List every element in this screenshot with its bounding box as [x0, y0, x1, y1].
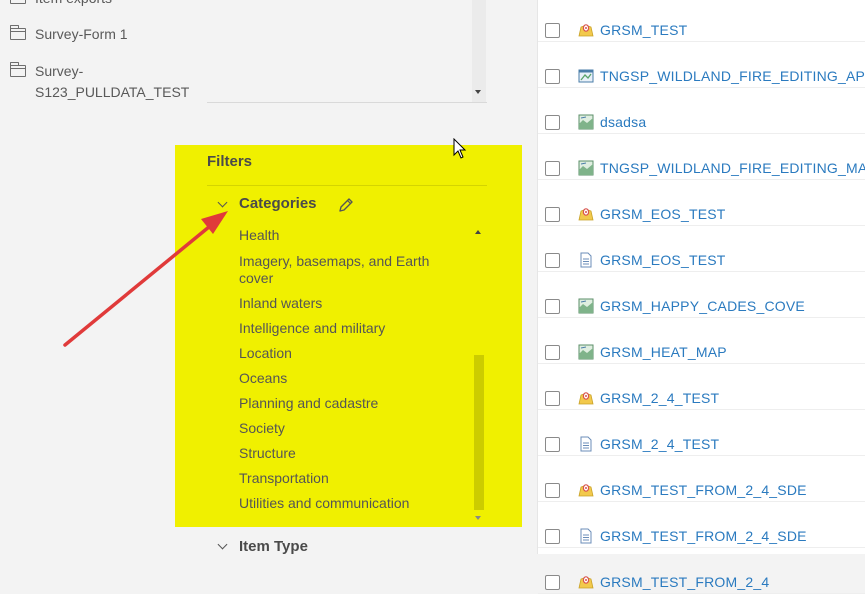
web-map-icon [578, 344, 594, 360]
row-checkbox[interactable] [545, 69, 560, 84]
survey-icon [578, 484, 594, 497]
item-type-heading[interactable]: Item Type [239, 538, 308, 555]
scroll-down-arrow-icon[interactable] [475, 90, 481, 94]
content-row[interactable]: GRSM_TEST_FROM_2_4_SDE [538, 455, 865, 502]
content-row[interactable]: GRSM_2_4_TEST [538, 409, 865, 456]
form-icon [580, 528, 592, 544]
content-row[interactable]: GRSM_EOS_TEST [538, 225, 865, 272]
row-title-link[interactable]: GRSM_TEST_FROM_2_4_SDE [600, 528, 807, 544]
folder-icon [10, 0, 26, 4]
folder-item-exports[interactable]: Item exports [10, 0, 112, 9]
row-title-link[interactable]: GRSM_EOS_TEST [600, 252, 726, 268]
category-planning[interactable]: Planning and cadastre [239, 395, 454, 412]
row-checkbox[interactable] [545, 483, 560, 498]
row-checkbox[interactable] [545, 437, 560, 452]
row-title-link[interactable]: GRSM_TEST [600, 22, 687, 38]
category-oceans[interactable]: Oceans [239, 370, 454, 387]
row-title-link[interactable]: GRSM_HAPPY_CADES_COVE [600, 298, 805, 314]
web-map-icon [578, 298, 594, 314]
survey-icon [578, 208, 594, 221]
folder-label-line1: Survey- [35, 63, 84, 79]
categories-scroll-thumb[interactable] [474, 355, 484, 510]
row-checkbox[interactable] [545, 299, 560, 314]
content-row[interactable]: GRSM_HEAT_MAP [538, 317, 865, 364]
divider [207, 185, 487, 186]
folder-item-survey-pulldata[interactable]: Survey- S123_PULLDATA_TEST [9, 61, 189, 103]
row-title-link[interactable]: GRSM_EOS_TEST [600, 206, 726, 222]
content-row[interactable]: GRSM_TEST_FROM_2_4 [538, 547, 865, 594]
category-structure[interactable]: Structure [239, 445, 454, 462]
row-checkbox[interactable] [545, 575, 560, 590]
content-row[interactable]: GRSM_HAPPY_CADES_COVE [538, 271, 865, 318]
row-checkbox[interactable] [545, 529, 560, 544]
web-map-icon [578, 114, 594, 130]
category-utilities[interactable]: Utilities and communication [239, 495, 454, 512]
category-transportation[interactable]: Transportation [239, 470, 454, 487]
content-row[interactable]: GRSM_TEST [538, 0, 865, 42]
scroll-down-arrow-icon[interactable] [475, 516, 481, 520]
folder-item-survey-form-1[interactable]: Survey-Form 1 [9, 24, 128, 45]
row-checkbox[interactable] [545, 207, 560, 222]
category-inland-waters[interactable]: Inland waters [239, 295, 454, 312]
folder-icon [9, 62, 26, 77]
row-checkbox[interactable] [545, 23, 560, 38]
row-title-link[interactable]: GRSM_TEST_FROM_2_4_SDE [600, 482, 807, 498]
row-checkbox[interactable] [545, 345, 560, 360]
folder-label: Survey-Form 1 [35, 26, 128, 42]
survey-icon [578, 24, 594, 37]
category-location[interactable]: Location [239, 345, 454, 362]
row-checkbox[interactable] [545, 391, 560, 406]
folder-label: Item exports [35, 0, 112, 9]
category-imagery[interactable]: Imagery, basemaps, and Earth cover [239, 253, 454, 287]
mouse-cursor-icon [453, 138, 467, 159]
folder-list-scrollbar[interactable] [472, 0, 486, 102]
category-society[interactable]: Society [239, 420, 454, 437]
categories-heading[interactable]: Categories [239, 195, 317, 212]
row-checkbox[interactable] [545, 115, 560, 130]
row-title-link[interactable]: dsadsa [600, 114, 646, 130]
row-checkbox[interactable] [545, 161, 560, 176]
web-map-icon [578, 160, 594, 176]
scroll-up-arrow-icon[interactable] [475, 230, 481, 234]
category-intelligence[interactable]: Intelligence and military [239, 320, 454, 337]
survey-icon [578, 392, 594, 405]
form-icon [580, 252, 592, 268]
content-row[interactable]: dsadsa [538, 87, 865, 134]
content-row[interactable]: GRSM_EOS_TEST [538, 179, 865, 226]
row-title-link[interactable]: TNGSP_WILDLAND_FIRE_EDITING_APPLI [600, 68, 865, 84]
content-row[interactable]: GRSM_TEST_FROM_2_4_SDE [538, 501, 865, 548]
row-checkbox[interactable] [545, 253, 560, 268]
form-icon [580, 436, 592, 452]
content-item-list: GRSM_TEST TNGSP_WILDLAND_FIRE_EDITING_APP… [537, 0, 865, 594]
filters-title: Filters [207, 153, 253, 170]
chevron-down-icon[interactable] [217, 539, 228, 550]
survey-icon [578, 576, 594, 589]
folder-label-line2: S123_PULLDATA_TEST [35, 84, 190, 100]
content-row[interactable]: GRSM_2_4_TEST [538, 363, 865, 410]
content-row[interactable]: TNGSP_WILDLAND_FIRE_EDITING_MAP [538, 133, 865, 180]
row-title-link[interactable]: GRSM_HEAT_MAP [600, 344, 727, 360]
row-title-link[interactable]: GRSM_TEST_FROM_2_4 [600, 574, 769, 590]
pencil-icon[interactable] [337, 196, 355, 214]
row-title-link[interactable]: GRSM_2_4_TEST [600, 390, 719, 406]
row-title-link[interactable]: TNGSP_WILDLAND_FIRE_EDITING_MAP [600, 160, 865, 176]
folder-label: Survey- S123_PULLDATA_TEST [35, 61, 189, 103]
web-app-icon [578, 69, 594, 83]
content-row[interactable]: TNGSP_WILDLAND_FIRE_EDITING_APPLI [538, 41, 865, 88]
row-title-link[interactable]: GRSM_2_4_TEST [600, 436, 719, 452]
category-health[interactable]: Health [239, 227, 454, 244]
folder-icon [9, 25, 26, 40]
folder-list [207, 0, 487, 103]
